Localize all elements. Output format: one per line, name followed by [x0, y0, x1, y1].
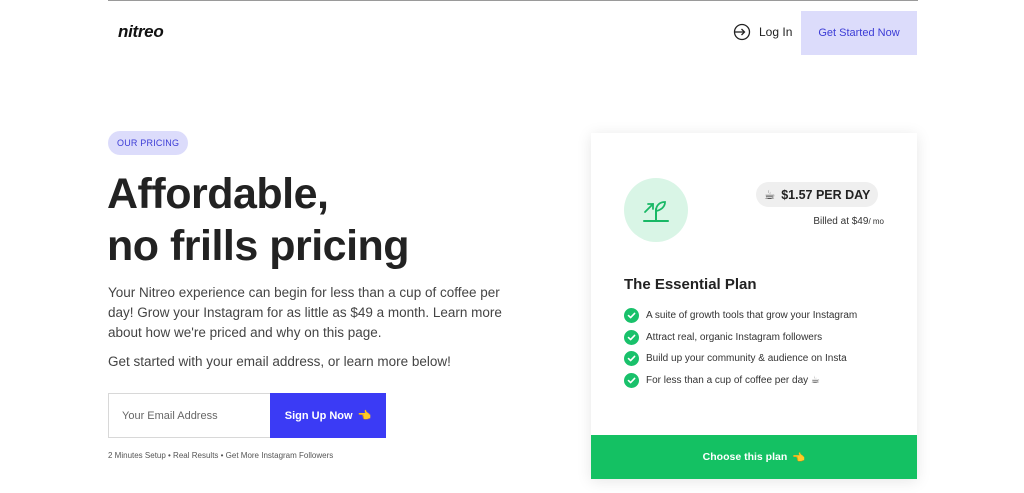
list-item: A suite of growth tools that grow your I…	[624, 305, 857, 327]
pointing-hand-icon: 👈	[792, 451, 806, 464]
intro-paragraph: Your Nitreo experience can begin for les…	[108, 285, 502, 340]
top-divider	[108, 0, 918, 1]
list-item: Build up your community & audience on In…	[624, 348, 857, 370]
pointing-hand-icon: 👈	[357, 410, 372, 422]
pricing-badge: OUR PRICING	[108, 131, 189, 155]
billed-label: Billed at $49	[813, 216, 869, 227]
headline-line-2: no frills pricing	[107, 222, 410, 270]
feature-list: A suite of growth tools that grow your I…	[624, 305, 857, 391]
billed-period: / mo	[868, 217, 884, 226]
check-circle-icon	[624, 372, 639, 388]
feature-text: Build up your community & audience on In…	[646, 353, 847, 365]
nitreo-logo[interactable]: nitreo	[118, 22, 164, 42]
page-title: Affordable, no frills pricing	[107, 168, 410, 272]
feature-text: For less than a cup of coffee per day ☕	[646, 374, 820, 386]
choose-plan-button[interactable]: Choose this plan 👈	[591, 435, 917, 479]
sign-up-button[interactable]: Sign Up Now 👈	[270, 393, 386, 438]
feature-text: Attract real, organic Instagram follower…	[646, 331, 823, 343]
headline-line-1: Affordable,	[107, 170, 329, 218]
login-arrow-icon	[733, 23, 751, 41]
coffee-cup-icon: ☕	[764, 188, 776, 202]
price-per-day: $1.57 PER DAY	[781, 187, 871, 202]
list-item: Attract real, organic Instagram follower…	[624, 327, 857, 349]
choose-plan-label: Choose this plan	[702, 451, 788, 463]
check-circle-icon	[624, 308, 639, 324]
plan-title: The Essential Plan	[624, 276, 757, 293]
pricing-card: ☕ $1.57 PER DAY Billed at $49/ mo The Es…	[591, 133, 917, 479]
check-circle-icon	[624, 329, 639, 345]
check-circle-icon	[624, 351, 639, 367]
get-started-button[interactable]: Get Started Now	[801, 11, 917, 55]
login-label: Log In	[759, 25, 793, 39]
billed-amount: Billed at $49/ mo	[813, 216, 884, 227]
signup-footnote: 2 Minutes Setup • Real Results • Get Mor…	[108, 451, 334, 460]
list-item: For less than a cup of coffee per day ☕	[624, 370, 857, 392]
price-badge: ☕ $1.57 PER DAY	[756, 182, 879, 207]
sign-up-label: Sign Up Now	[284, 409, 353, 422]
login-link[interactable]: Log In	[733, 23, 792, 41]
email-field[interactable]	[108, 393, 270, 438]
feature-text: A suite of growth tools that grow your I…	[646, 310, 858, 322]
cta-paragraph: Get started with your email address, or …	[108, 354, 451, 369]
growth-plant-icon	[624, 178, 688, 242]
